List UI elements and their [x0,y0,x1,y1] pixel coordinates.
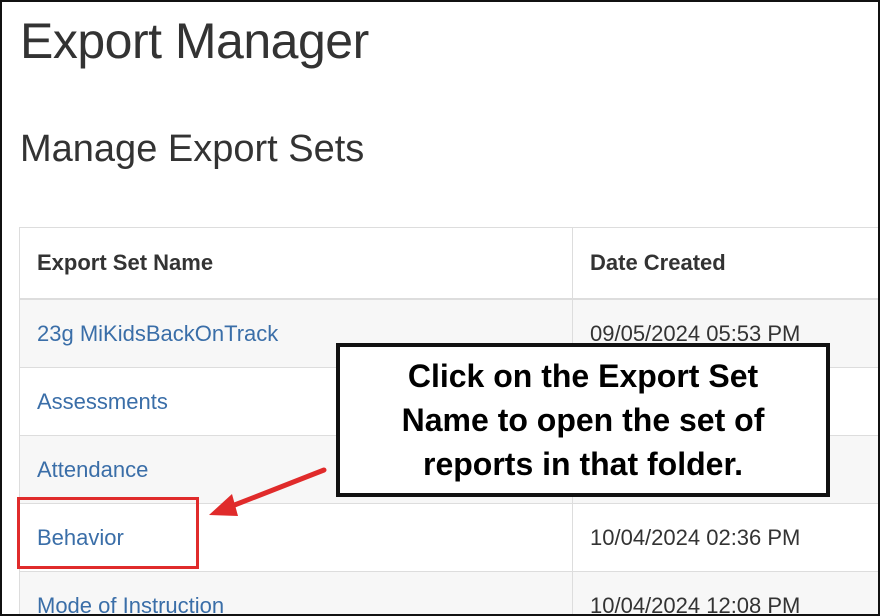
export-set-link[interactable]: Mode of Instruction [37,593,224,615]
table-row: Mode of Instruction 10/04/2024 12:08 PM [19,571,878,615]
behavior-highlight-box [17,497,199,569]
instruction-callout: Click on the Export Set Name to open the… [336,343,830,497]
column-header-export-set-name[interactable]: Export Set Name [19,227,573,300]
column-header-date-created[interactable]: Date Created [572,227,878,300]
export-set-name-cell: Mode of Instruction [19,571,573,615]
date-created-cell: 10/04/2024 12:08 PM [572,571,878,614]
page-title: Export Manager [20,13,369,69]
table-header-row: Export Set Name Date Created [19,227,878,300]
export-set-link[interactable]: Attendance [37,457,148,482]
section-title: Manage Export Sets [20,128,365,170]
export-set-link[interactable]: 23g MiKidsBackOnTrack [37,321,278,346]
export-set-link[interactable]: Assessments [37,389,168,414]
screenshot-frame: Export Manager Manage Export Sets Export… [0,0,880,616]
date-created-cell: 10/04/2024 02:36 PM [572,503,878,572]
